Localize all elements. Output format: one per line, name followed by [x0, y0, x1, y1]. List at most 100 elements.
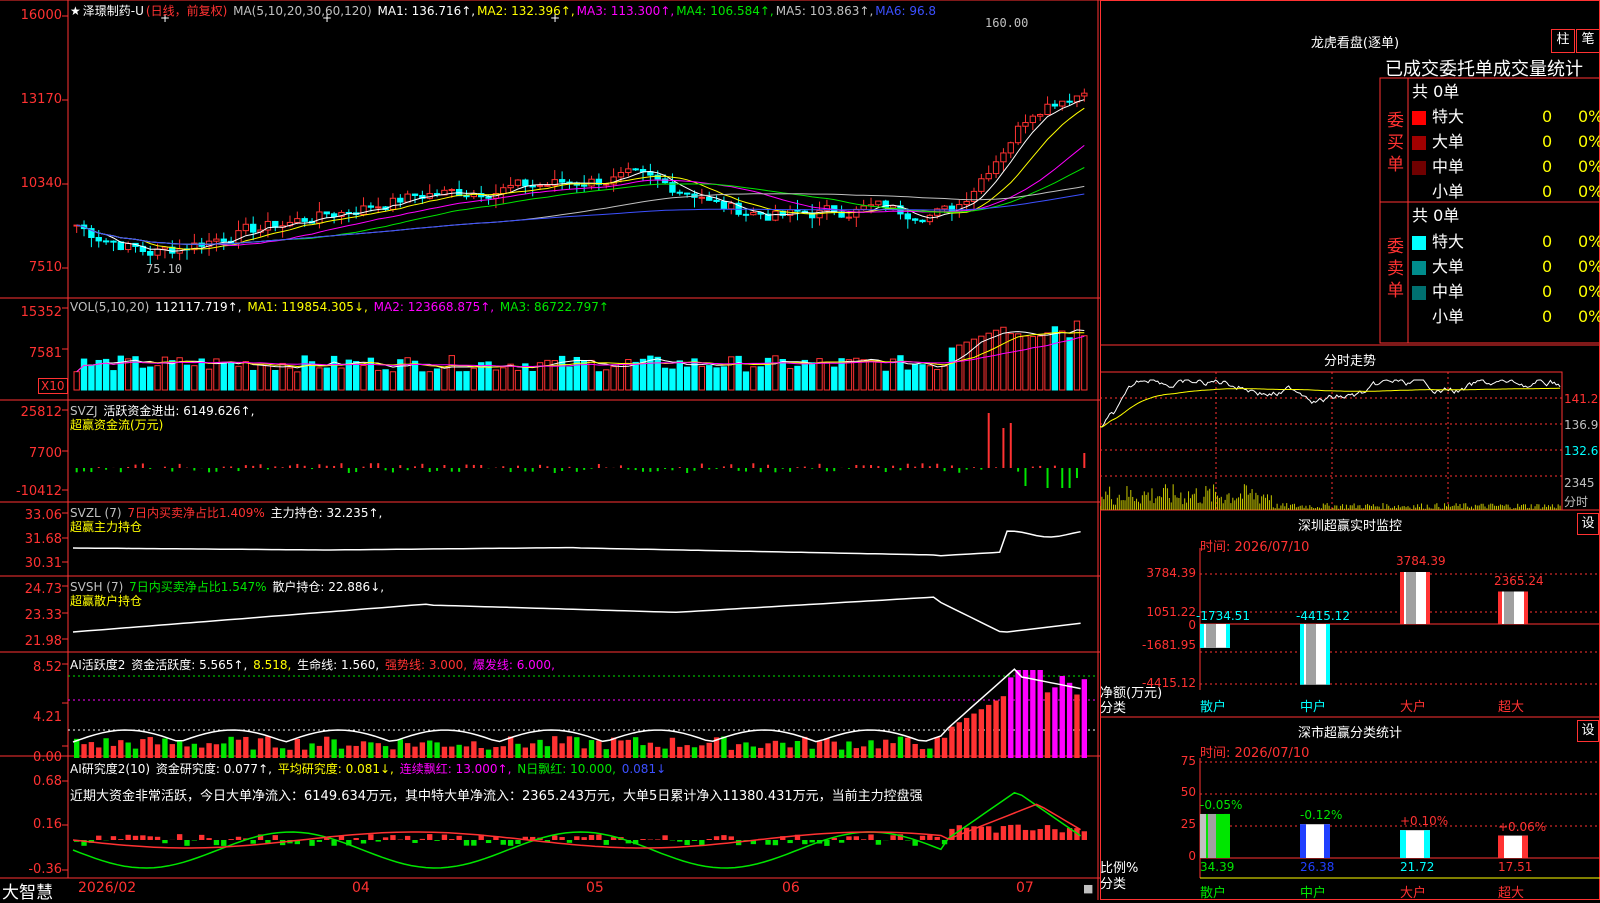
volume-bar: [787, 369, 792, 390]
volume-bar: [206, 369, 211, 390]
date-axis-2: 04: [352, 880, 370, 896]
activity-bar: [103, 738, 108, 758]
sell-row: 中单00%: [1410, 279, 1600, 304]
svsh-title: 超赢散户持仓: [70, 592, 142, 609]
activity-bar: [633, 737, 638, 758]
research-bar: [890, 835, 895, 840]
candle-body: [699, 197, 704, 198]
ai-research-axis-1: 0.68: [0, 774, 62, 789]
volume-bar: [692, 359, 697, 390]
sz-classify-axis-2: 50: [1150, 785, 1196, 799]
monitor-category: 大户: [1400, 696, 1426, 715]
lock-icon[interactable]: ■: [1083, 882, 1093, 895]
research-bar: [582, 837, 587, 840]
activity-bar: [876, 748, 881, 758]
volume-bar: [199, 359, 204, 390]
favorite-star-icon[interactable]: ★: [70, 4, 81, 18]
activity-bar: [192, 744, 197, 758]
research-bar: [1082, 831, 1087, 840]
classify-bar-edge: [1300, 824, 1306, 858]
tick-view-button[interactable]: 笔: [1576, 29, 1600, 53]
research-bar: [442, 835, 447, 840]
activity-bar: [331, 739, 336, 758]
volume-bar: [383, 370, 388, 390]
main-chart-area[interactable]: +++ ★泽璟制药-U(日线，前复权) MA(5,10,20,30,60,120…: [0, 0, 1100, 900]
activity-bar: [265, 736, 270, 758]
sz-classify-settings-button[interactable]: 设: [1577, 720, 1599, 742]
ai-active-axis-1: 8.52: [0, 660, 62, 675]
activity-bar: [162, 738, 167, 758]
research-bar: [390, 835, 395, 840]
ai-research-header: AI研究度2(10) 资金研究度: 0.077↑, 平均研究度: 0.081↓,…: [70, 760, 668, 777]
volume-bar: [434, 369, 439, 390]
sz-monitor-settings-button[interactable]: 设: [1577, 513, 1599, 535]
activity-bar: [670, 738, 675, 758]
volume-bar: [140, 368, 145, 390]
volume-bar: [148, 367, 153, 390]
intraday-footer: 分时: [1564, 493, 1588, 510]
volume-bar: [361, 365, 366, 390]
monitor-bar-value: -4415.12: [1296, 609, 1350, 623]
candle-body: [751, 212, 756, 214]
activity-bar: [1074, 695, 1079, 758]
research-bar: [515, 840, 520, 844]
activity-bar: [662, 749, 667, 758]
candle-body: [633, 169, 638, 170]
volume-bar: [559, 356, 564, 390]
research-bar: [361, 840, 366, 844]
monitor-bar: [1300, 624, 1330, 685]
low-price-mark: 75.10: [146, 262, 182, 276]
candle-body: [582, 185, 587, 186]
order-size-label: 中单: [1432, 282, 1464, 301]
candle-body: [523, 180, 528, 186]
candle-body: [1067, 101, 1072, 102]
research-bar: [449, 839, 454, 840]
order-size-label: 特大: [1432, 232, 1464, 251]
volume-bar: [905, 370, 910, 390]
column-view-button[interactable]: 柱: [1551, 29, 1575, 53]
volume-bar: [677, 361, 682, 390]
ma-value-2: MA2: 132.396↑,: [477, 4, 575, 18]
ma-values: MA1: 136.716↑,MA2: 132.396↑,MA3: 113.300…: [378, 4, 939, 18]
sz-monitor-axis-1: 3784.39: [1128, 566, 1196, 580]
activity-bar: [501, 746, 506, 758]
volume-bar: [1030, 337, 1035, 390]
activity-bar: [1038, 670, 1043, 758]
research-bar: [427, 834, 432, 840]
volume-bar: [1045, 333, 1050, 390]
svzl-axis-1: 33.06: [0, 508, 62, 523]
activity-bar: [552, 736, 557, 758]
ma-label: MA(5,10,20,30,60,120): [233, 4, 372, 18]
candle-body: [1001, 153, 1006, 162]
order-pct: 0%: [1578, 154, 1600, 179]
candle-body: [861, 206, 866, 209]
research-bar: [434, 840, 439, 841]
vol-ma-line: [77, 336, 1085, 371]
svzl-axis-3: 30.31: [0, 556, 62, 571]
activity-bar: [942, 738, 947, 758]
ma-line-10: [77, 108, 1085, 249]
vol-ma-line: [77, 330, 1085, 372]
research-bar: [920, 836, 925, 840]
sell-rows: 特大00%大单00%中单00%小单00%: [1410, 229, 1600, 329]
activity-bar: [935, 737, 940, 758]
activity-bar: [699, 745, 704, 758]
classify-delta: -0.12%: [1300, 808, 1342, 822]
order-size-label: 小单: [1432, 182, 1464, 201]
buy-rows: 特大00%大单00%中单00%小单00%: [1410, 104, 1600, 204]
volume-bar: [331, 356, 336, 390]
candle-body: [1038, 115, 1043, 117]
research-bar: [655, 839, 660, 840]
research-bar: [787, 840, 792, 843]
color-swatch: [1412, 286, 1426, 300]
monitor-bar-edge: [1400, 572, 1404, 624]
activity-bar: [111, 746, 116, 758]
vol-label: VOL(5,10,20): [70, 300, 149, 314]
sell-order-label: 委卖单: [1387, 236, 1407, 302]
research-bar: [640, 839, 645, 840]
sell-row: 大单00%: [1410, 254, 1600, 279]
candle-body: [486, 197, 491, 198]
volume-bar: [920, 365, 925, 390]
research-bar: [420, 839, 425, 840]
research-bar: [162, 840, 167, 843]
